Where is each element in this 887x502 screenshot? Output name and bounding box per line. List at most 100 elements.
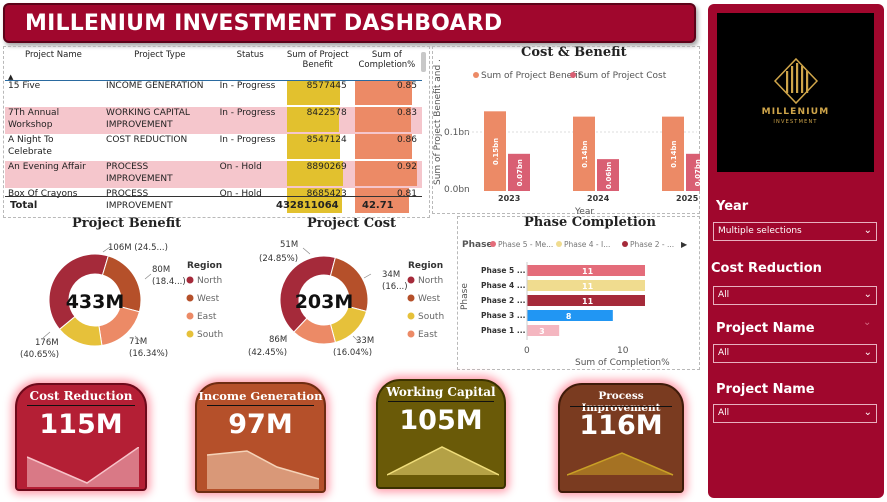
kpi-card-title: Cost Reduction (29, 389, 133, 403)
cell-project-type: COST REDUCTION (106, 135, 188, 145)
donut-data-label: 51M (280, 240, 298, 250)
project-benefit-donut: 433M Region North West East South 106M (24.5..… (20, 243, 223, 360)
phase-legend-label[interactable]: Phase 2 - ... (630, 240, 674, 249)
region-legend-label[interactable]: North (197, 276, 222, 286)
slicer-cost-reduction-dropdown[interactable]: All ⌄ (713, 286, 877, 305)
project-table: Project Name Project Type Status Sum of … (5, 50, 422, 216)
phase-ytick: Phase 5 ... (481, 266, 526, 275)
phase-title: Phase Completion (524, 215, 656, 230)
table-row[interactable]: A Night To Celebrate COST REDUCTION In - P… (5, 134, 422, 161)
kpi-card[interactable]: Working Capital 105M (376, 379, 506, 489)
phase-bar-label: 11 (582, 297, 594, 306)
legend-benefit-marker (473, 72, 479, 78)
kpi-card-value: 116M (579, 410, 663, 441)
region-legend-label[interactable]: East (418, 330, 438, 340)
kpi-sparkline (567, 452, 674, 476)
col-project-name[interactable]: Project Name (5, 50, 103, 80)
kpi-card-divider (388, 401, 494, 402)
total-completion: 42.71 (362, 200, 394, 211)
slicer-project-name-label: Project Name (716, 321, 815, 336)
kpi-card[interactable]: Income Generation 97M (195, 382, 326, 493)
table-row[interactable]: 7Th Annual Workshop WORKING CAPITAL IMPRO… (5, 107, 422, 134)
region-legend-marker (407, 276, 415, 284)
slicer-project-name-dropdown[interactable]: All ⌄ (713, 344, 877, 363)
donut-data-label: (40.65%) (20, 350, 59, 360)
table-row[interactable]: Box Of Crayons PROCESS IMPROVEMENT On - Ho… (5, 188, 422, 215)
cb-ytick-01: 0.1bn (444, 128, 470, 138)
slicer-year-label: Year (716, 199, 749, 214)
cell-status: On - Hold (219, 189, 262, 199)
cell-project-type: PROCESS IMPROVEMENT (106, 189, 173, 211)
kpi-sparkline (387, 446, 499, 476)
dashboard-title-bar: MILLENIUM INVESTMENT DASHBOARD (3, 3, 696, 43)
table-row[interactable]: 15 Five INCOME GENERATION In - Progress 857… (5, 80, 422, 107)
phase-ytick: Phase 2 ... (481, 296, 526, 305)
table-row[interactable]: An Evening Affair PROCESS IMPROVEMENT On -… (5, 161, 422, 188)
cell-project-type: INCOME GENERATION (106, 81, 204, 91)
total-benefit: 432811064 (276, 200, 339, 211)
phase-legend-label[interactable]: Phase 4 - I... (564, 240, 610, 249)
phase-bar-label: 8 (566, 312, 572, 321)
region-legend-label[interactable]: West (197, 294, 220, 304)
kpi-card-divider (27, 405, 135, 406)
legend-cost-marker (570, 72, 576, 78)
slicer-project-name-2-dropdown[interactable]: All ⌄ (713, 404, 877, 423)
phase-ylabel: Phase (460, 283, 470, 310)
slicer-year-dropdown[interactable]: Multiple selections ⌄ (713, 222, 877, 241)
bar-data-label: 0.07bn (516, 159, 524, 186)
logo-name: MILLENIUM (761, 107, 830, 117)
cb-xtick: 2025 (676, 194, 699, 203)
phase-legend-label[interactable]: Phase 5 - Me... (498, 240, 553, 249)
legend-cost-label: Sum of Project Cost (578, 71, 667, 81)
region-legend-marker (186, 330, 194, 338)
cell-status: In - Progress (219, 81, 276, 91)
phase-bar-label: 3 (539, 327, 545, 336)
col-completion[interactable]: Sum of Completion% (352, 50, 422, 80)
cell-completion: 0.86 (352, 134, 422, 161)
bar-data-label: 0.06bn (605, 162, 613, 189)
cb-xtick: 2023 (498, 194, 520, 203)
region-legend-label[interactable]: North (418, 276, 443, 286)
cb-ytick-00: 0.0bn (444, 185, 470, 195)
col-benefit[interactable]: Sum of Project Benefit (284, 50, 352, 80)
header-divider (5, 80, 422, 81)
kpi-card[interactable]: Cost Reduction 115M (15, 383, 147, 491)
logo-sub: INVESTMENT (773, 119, 818, 125)
region-legend-marker (407, 330, 415, 338)
phase-legend-marker (622, 241, 628, 247)
table-scrollbar[interactable] (421, 52, 426, 72)
col-project-type[interactable]: Project Type (103, 50, 217, 80)
kpi-sparkline (27, 447, 139, 487)
cost-benefit-title: Cost & Benefit (521, 45, 627, 60)
chevron-down-icon[interactable]: ⌄ (863, 317, 871, 328)
kpi-card-value: 105M (399, 405, 483, 436)
region-legend-marker (407, 312, 415, 320)
phase-xlabel: Sum of Completion% (575, 358, 670, 368)
phase-completion-chart: Phase Phase 5 - Me... Phase 4 - I... Phase… (460, 240, 688, 368)
bar-data-label: 0.15bn (492, 138, 500, 165)
kpi-card-value: 97M (228, 409, 293, 440)
legend-next-icon[interactable]: ▶ (681, 240, 688, 249)
slicer-project-name-2-value: All (718, 408, 730, 418)
col-status[interactable]: Status (217, 50, 284, 80)
chevron-down-icon[interactable]: ⌄ (864, 225, 872, 236)
region-legend-title: Region (187, 261, 222, 271)
region-legend-label[interactable]: South (418, 312, 444, 322)
phase-legend-marker (556, 241, 562, 247)
slicer-cost-reduction-label: Cost Reduction (711, 261, 822, 276)
chevron-down-icon[interactable]: ⌄ (864, 347, 872, 358)
company-logo: MILLENIUM INVESTMENT (717, 13, 874, 172)
region-legend-label[interactable]: South (197, 330, 223, 340)
chevron-down-icon[interactable]: ⌄ (864, 289, 872, 300)
cb-xtick: 2024 (587, 194, 610, 203)
region-legend-label[interactable]: East (197, 312, 217, 322)
kpi-card-value: 115M (39, 409, 123, 440)
kpi-card[interactable]: Process Improvement 116M (558, 383, 684, 493)
cb-ylabel: Sum of Project Benefit and ... (433, 60, 443, 185)
slicer-project-name-value: All (718, 348, 730, 358)
region-legend-label[interactable]: West (418, 294, 441, 304)
region-legend-marker (186, 312, 194, 320)
phase-xtick-0: 0 (524, 346, 530, 356)
donut-data-label: 71M (129, 337, 147, 347)
chevron-down-icon[interactable]: ⌄ (864, 407, 872, 418)
